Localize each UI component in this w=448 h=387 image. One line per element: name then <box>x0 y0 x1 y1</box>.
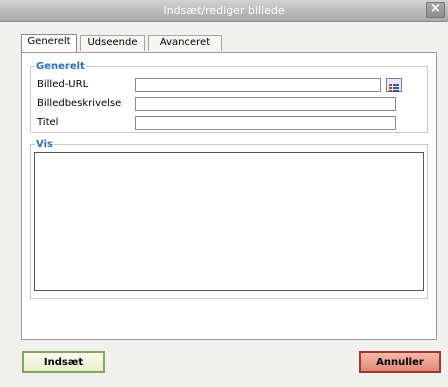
image-url-label: Billed-URL <box>37 79 89 90</box>
preview-area <box>34 152 424 291</box>
general-legend: Generelt <box>36 61 85 72</box>
image-dialog: Indsæt/rediger billede × Generelt Udseen… <box>0 0 448 387</box>
close-icon: × <box>430 1 441 16</box>
preview-legend: Vis <box>36 139 53 150</box>
title-label: Titel <box>37 117 59 128</box>
browse-grid-icon <box>389 84 399 92</box>
close-button[interactable]: × <box>426 1 445 18</box>
cancel-button[interactable]: Annuller <box>359 351 441 373</box>
browse-icon[interactable] <box>386 78 402 92</box>
dialog-title: Indsæt/rediger billede <box>163 4 285 17</box>
tab-generelt[interactable]: Generelt <box>21 34 77 52</box>
image-description-input[interactable] <box>135 97 396 111</box>
tab-panel: Generelt Billed-URL Billedbeskrivelse Ti… <box>21 52 437 340</box>
title-bar[interactable]: Indsæt/rediger billede × <box>0 0 448 22</box>
tab-avanceret[interactable]: Avanceret <box>148 35 222 51</box>
insert-button[interactable]: Indsæt <box>22 351 105 373</box>
image-url-input[interactable] <box>135 78 381 92</box>
image-description-label: Billedbeskrivelse <box>37 98 122 109</box>
title-input[interactable] <box>135 116 396 130</box>
tab-udseende[interactable]: Udseende <box>80 35 145 51</box>
